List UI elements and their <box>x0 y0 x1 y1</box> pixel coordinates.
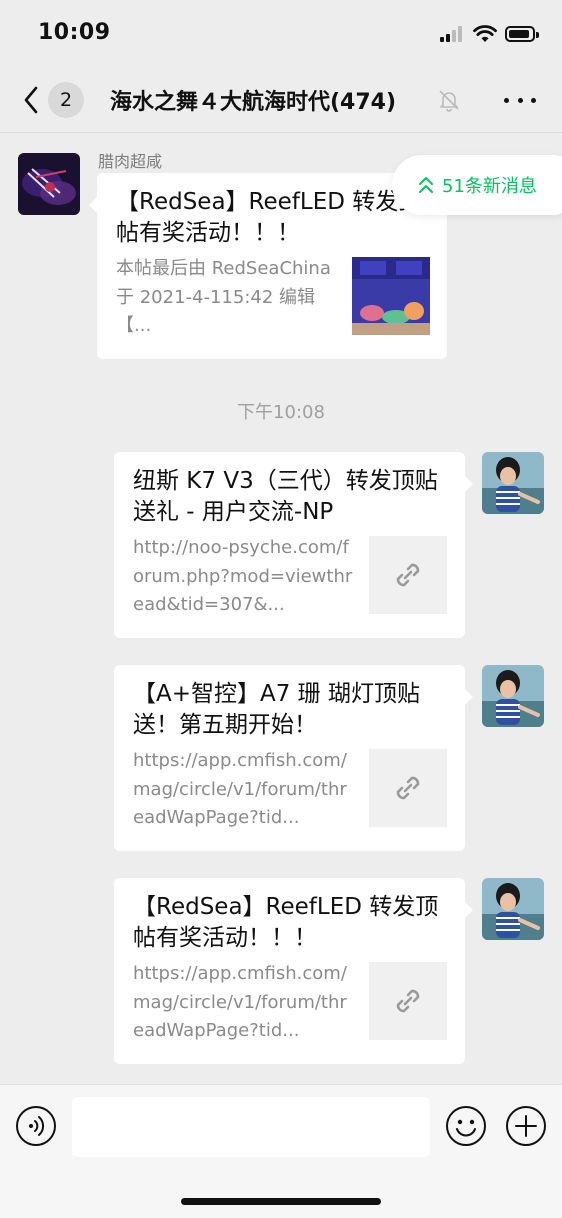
chat-title: 海水之舞４大航海时代(474) <box>110 90 397 115</box>
sender-avatar[interactable] <box>18 153 80 215</box>
voice-icon[interactable] <box>15 1105 57 1147</box>
link-card[interactable]: 【RedSea】ReefLED 转发顶帖有奖活动！！！ 本帖最后由 RedSea… <box>89 173 447 359</box>
chat-navbar: 2 海水之舞４大航海时代(474) <box>0 70 562 130</box>
link-icon <box>396 776 420 800</box>
card-thumbnail-image <box>352 257 430 335</box>
card-description: http://noo-psyche.com/forum.php?mod=view… <box>133 537 353 615</box>
wifi-icon <box>473 25 497 42</box>
more-options-button[interactable] <box>500 88 540 112</box>
status-bar: 10:09 <box>0 0 562 70</box>
my-avatar[interactable] <box>482 878 544 940</box>
link-icon <box>396 989 420 1013</box>
my-avatar[interactable] <box>482 665 544 727</box>
cellular-signal-icon <box>440 26 466 42</box>
link-icon <box>396 563 420 587</box>
more-dots-icon <box>504 97 509 103</box>
card-description: https://app.cmfish.com/mag/circle/v1/for… <box>133 750 347 828</box>
card-title: 【RedSea】ReefLED 转发顶帖有奖活动！！！ <box>133 894 439 951</box>
link-card[interactable]: 【A+智控】A7 珊 瑚灯顶贴送！第五期开始！ https://app.cmfi… <box>114 665 473 851</box>
message-input[interactable] <box>72 1097 430 1157</box>
emoji-icon[interactable] <box>445 1105 487 1147</box>
time-divider: 下午10:08 <box>237 402 325 423</box>
my-avatar[interactable] <box>482 452 544 514</box>
card-title: 【RedSea】ReefLED 转发顶帖有奖活动！！！ <box>116 189 422 246</box>
navbar-divider <box>0 132 562 133</box>
link-thumbnail <box>369 536 447 614</box>
battery-icon <box>505 26 539 42</box>
bell-off-icon <box>439 90 459 112</box>
new-messages-button[interactable]: 51条新消息 <box>392 155 562 215</box>
card-title: 纽斯 K7 V3（三代）转发顶贴送礼 - 用户交流-NP <box>133 468 438 525</box>
sender-name: 腊肉超咸 <box>98 152 163 171</box>
status-time: 10:09 <box>38 20 111 45</box>
card-description: https://app.cmfish.com/mag/circle/v1/for… <box>133 963 347 1041</box>
link-thumbnail <box>369 749 447 827</box>
double-chevron-up-icon <box>419 177 433 193</box>
link-thumbnail <box>369 962 447 1040</box>
link-card[interactable]: 纽斯 K7 V3（三代）转发顶贴送礼 - 用户交流-NP http://noo-… <box>114 452 473 638</box>
unread-count-badge[interactable]: 2 <box>48 82 84 118</box>
card-description: 本帖最后由 RedSeaChina 于 2021-4-115:42 编辑【... <box>116 258 331 336</box>
chevron-left-icon <box>24 86 38 114</box>
new-messages-label: 51条新消息 <box>442 176 537 197</box>
home-indicator[interactable] <box>181 1198 381 1205</box>
plus-icon[interactable] <box>505 1105 547 1147</box>
card-title: 【A+智控】A7 珊 瑚灯顶贴送！第五期开始！ <box>133 681 420 738</box>
back-button[interactable] <box>16 80 46 120</box>
link-card[interactable]: 【RedSea】ReefLED 转发顶帖有奖活动！！！ https://app.… <box>114 878 473 1064</box>
